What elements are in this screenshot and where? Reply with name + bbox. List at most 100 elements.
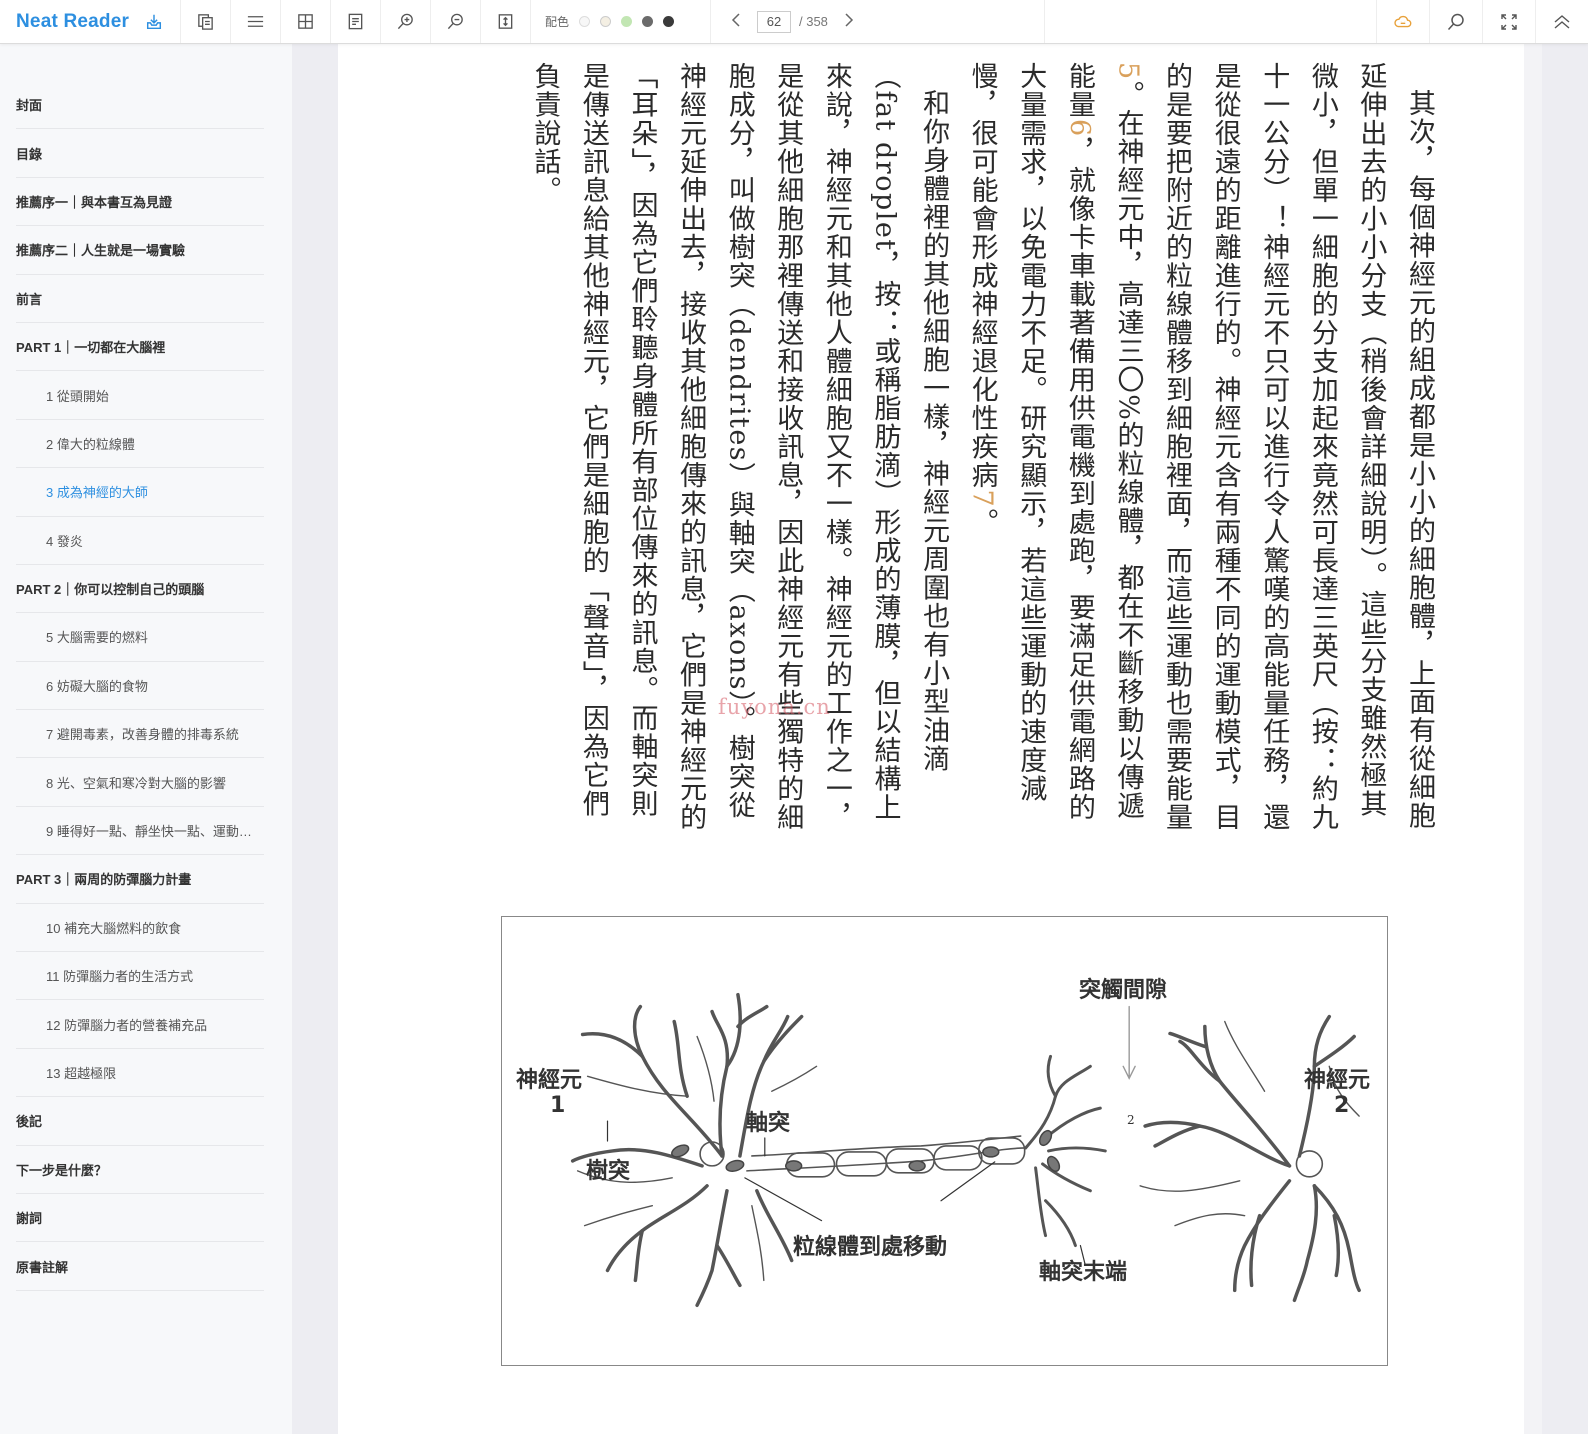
toc-item[interactable]: 7 避開毒素，改善身體的排毒系統 <box>16 710 264 759</box>
toc-item-label: 5 大腦需要的燃料 <box>46 630 148 646</box>
toc-item-label: 13 超越極限 <box>46 1066 117 1081</box>
toc-item[interactable]: 10 補充大腦燃料的飲食 <box>16 904 264 953</box>
toc-item-label: 原書註解 <box>16 1259 69 1275</box>
next-page-button[interactable] <box>842 11 856 32</box>
toc-item[interactable]: PART 3｜兩周的防彈腦力計畫 <box>16 855 264 904</box>
notes-button[interactable] <box>331 0 381 43</box>
label-neuron-2: 神經元 <box>1304 1068 1371 1093</box>
paragraph-text: 。 <box>966 508 998 537</box>
label-dendrite: 樹突 <box>586 1159 631 1184</box>
toc-item[interactable]: 原書註解 <box>16 1242 264 1291</box>
page-edge <box>1524 44 1542 1434</box>
synapse-arrow <box>1122 1005 1136 1080</box>
footnote-5[interactable]: 5 <box>1112 62 1143 81</box>
paragraph-text: 其次，每個神經元的組成都是小小的細胞體，上面有從細胞延伸出去的小小分支（稍後會詳… <box>1161 62 1435 832</box>
toc-item[interactable]: 5 大腦需要的燃料 <box>16 613 264 662</box>
page-number-input[interactable] <box>757 10 791 33</box>
chevron-right-icon <box>845 13 853 27</box>
toc-item[interactable]: 封面 <box>16 81 264 130</box>
toc-item-label: 封面 <box>16 98 43 114</box>
mitochondrion <box>725 1159 745 1172</box>
toc-item-label: 9 睡得好一點、靜坐快一點、運動… <box>46 824 252 840</box>
toc-button[interactable] <box>231 0 281 43</box>
toc-item[interactable]: 推薦序二｜人生就是一場實驗 <box>16 226 264 275</box>
toc-item[interactable]: 3 成為神經的大師 <box>16 468 264 517</box>
zoom-in-icon <box>397 13 413 30</box>
toc-item-label: 7 避開毒素，改善身體的排毒系統 <box>46 727 239 743</box>
toc-item[interactable]: 後記 <box>16 1097 264 1146</box>
neuron-2-dendrites <box>1143 1014 1361 1303</box>
toc-list: 封面目錄 推薦序一｜與本書互為見證 推薦序二｜人生就是一場實驗前言 PART 1｜一切… <box>0 44 292 1291</box>
cloud-sync-button[interactable] <box>1376 0 1429 43</box>
axon-terminal <box>1024 1054 1107 1248</box>
fullscreen-button[interactable] <box>1482 0 1535 43</box>
neuron-illustration <box>570 992 1361 1308</box>
watermark: fuyona.cn <box>718 695 831 719</box>
download-tray-icon[interactable] <box>145 13 163 31</box>
mitochondrion <box>1046 1155 1061 1172</box>
toc-item-label: 謝詞 <box>16 1211 43 1227</box>
toc-item[interactable]: 4 發炎 <box>16 517 264 565</box>
toc-item[interactable]: 目錄 <box>16 129 264 178</box>
footnote-7[interactable]: 7 <box>967 490 998 509</box>
paragraph-text: ，就像卡車載著備用供電機到處跑，要滿足供電網路的大量需求，以免電力不足。研究顯示… <box>966 62 1095 822</box>
toc-item[interactable]: 12 防彈腦力者的營養補充品 <box>16 1000 264 1049</box>
color-swatch-grey[interactable] <box>642 16 654 27</box>
toc-item[interactable]: 推薦序一｜與本書互為見證 <box>16 178 264 227</box>
toc-item-label: 2 偉大的粒線體 <box>46 436 135 452</box>
color-swatch-beige[interactable] <box>600 16 612 27</box>
color-scheme-label: 配色 <box>545 15 570 29</box>
label-neuron-1: 神經元 <box>516 1068 583 1093</box>
toc-item-label: PART 1｜一切都在大腦裡 <box>16 340 166 356</box>
menu-icon <box>247 16 264 27</box>
color-swatch-white[interactable] <box>579 16 591 27</box>
grid-icon <box>298 14 313 29</box>
app-name: Neat Reader <box>16 10 130 32</box>
chevron-left-icon <box>731 13 740 27</box>
toc-item[interactable]: 1 從頭開始 <box>16 371 264 420</box>
toc-item[interactable]: 下一步是什麼？ <box>16 1146 264 1194</box>
label-synaptic-gap: 突觸間隙 <box>1079 978 1168 1003</box>
toc-item-label: 後記 <box>16 1114 43 1130</box>
neuron-diagram: 神經元 1 樹突 軸突 粒線體到處移動 突觸間隙 軸突末端 神經元 2 2 <box>501 916 1388 1366</box>
toc-item[interactable]: 前言 <box>16 275 264 323</box>
document-icon <box>348 13 363 30</box>
paragraph-1: 其次，每個神經元的組成都是小小的細胞體，上面有從細胞延伸出去的小小分支（稍後會詳… <box>957 62 1443 842</box>
search-icon <box>1447 13 1464 30</box>
footnote-6[interactable]: 6 <box>1064 119 1095 138</box>
toc-item-label: 1 從頭開始 <box>46 388 109 404</box>
brand: Neat Reader <box>0 0 181 43</box>
toc-item[interactable]: 2 偉大的粒線體 <box>16 420 264 469</box>
toc-item[interactable]: PART 2｜你可以控制自己的頭腦 <box>16 565 264 614</box>
label-mitochondria-moving: 粒線體到處移動 <box>793 1235 948 1260</box>
toc-item[interactable]: 8 光、空氣和寒冷對大腦的影響 <box>16 758 264 807</box>
label-axon-terminal: 軸突末端 <box>1039 1260 1128 1285</box>
fit-height-button[interactable] <box>481 0 531 43</box>
toc-item-label: 前言 <box>16 291 43 307</box>
cloud-icon <box>1394 15 1412 27</box>
mitochondrion <box>784 1160 803 1172</box>
toc-item[interactable]: 13 超越極限 <box>16 1049 264 1098</box>
toc-item-label: 6 妨礙大腦的食物 <box>46 678 148 694</box>
copy-button[interactable] <box>181 0 231 43</box>
prev-page-button[interactable] <box>729 11 743 32</box>
zoom-in-button[interactable] <box>381 0 431 43</box>
collapse-toolbar-button[interactable] <box>1535 0 1588 43</box>
top-toolbar: Neat Reader 配色 / 358 <box>0 0 1588 44</box>
toc-item-label: 8 光、空氣和寒冷對大腦的影響 <box>46 775 226 791</box>
search-button[interactable] <box>1429 0 1482 43</box>
toc-item[interactable]: PART 1｜一切都在大腦裡 <box>16 323 264 372</box>
color-swatch-black[interactable] <box>663 16 675 27</box>
label-neuron-2-number: 2 <box>1334 1093 1350 1118</box>
toc-item[interactable]: 11 防彈腦力者的生活方式 <box>16 952 264 1001</box>
toc-item-label: 10 補充大腦燃料的飲食 <box>46 920 182 936</box>
toc-item[interactable]: 6 妨礙大腦的食物 <box>16 662 264 711</box>
layout-button[interactable] <box>281 0 331 43</box>
toc-sidebar: 封面目錄 推薦序一｜與本書互為見證 推薦序二｜人生就是一場實驗前言 PART 1｜一切… <box>0 44 292 1434</box>
color-swatch-green[interactable] <box>621 16 633 27</box>
toc-item[interactable]: 謝詞 <box>16 1194 264 1243</box>
double-chevron-up-icon <box>1554 14 1570 29</box>
toc-item[interactable]: 9 睡得好一點、靜坐快一點、運動… <box>16 807 264 856</box>
zoom-out-button[interactable] <box>431 0 481 43</box>
